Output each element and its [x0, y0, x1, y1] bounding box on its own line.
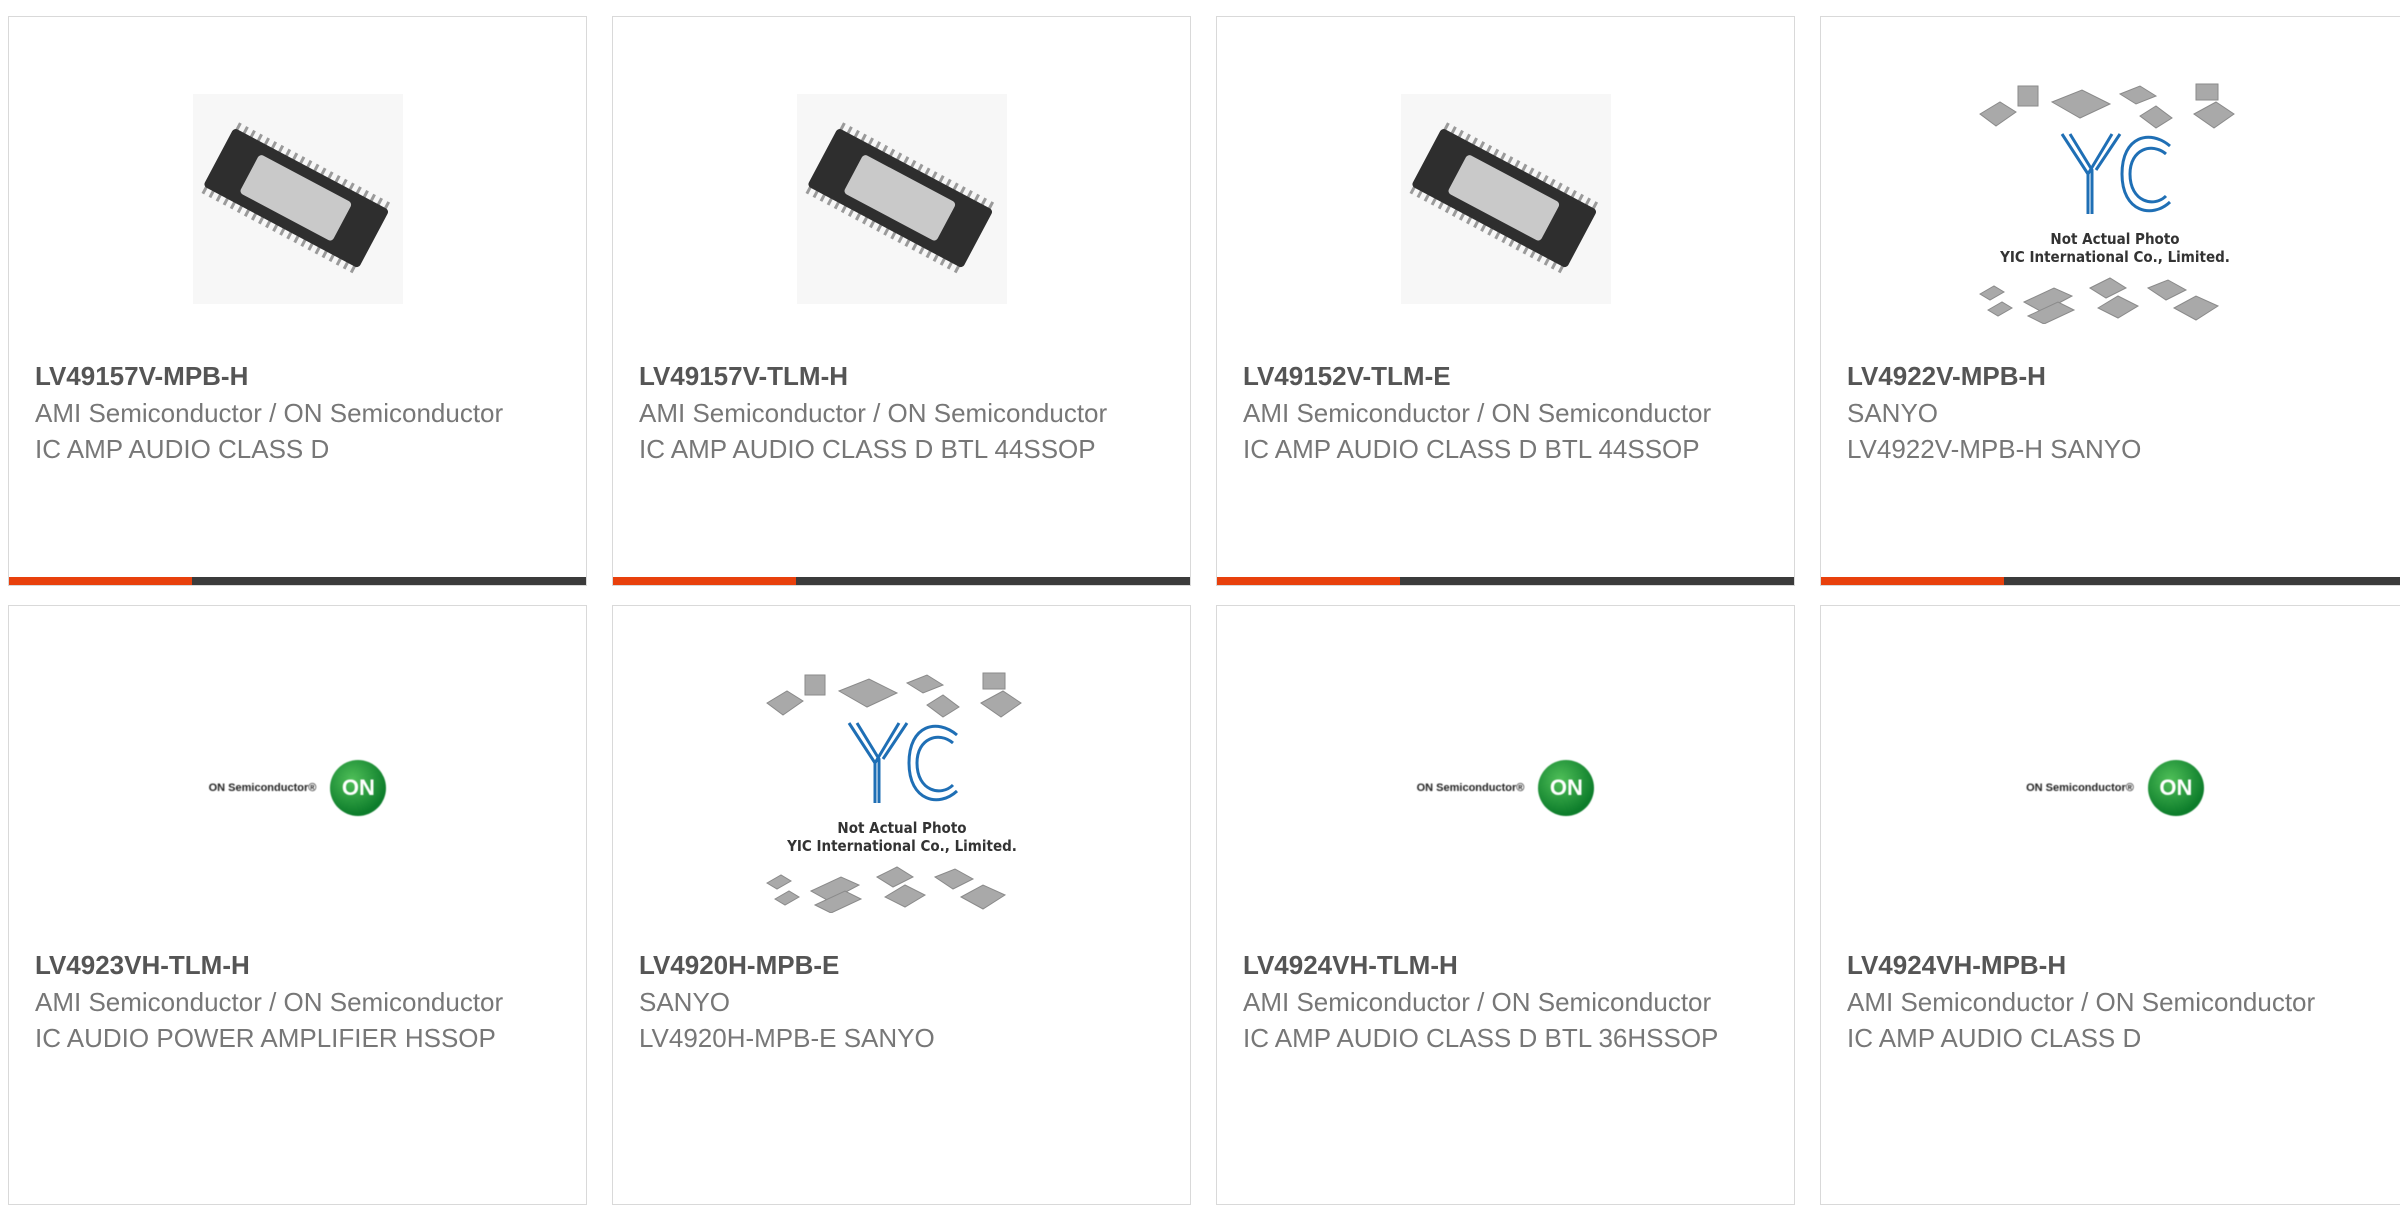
yic-caption-line-1: Not Actual Photo — [837, 819, 966, 837]
on-logo-text: ON Semiconductor® — [1416, 782, 1525, 794]
on-semiconductor-logo: ON Semiconductor® ON — [209, 760, 387, 816]
product-image[interactable]: Not Actual Photo YIC International Co., … — [613, 668, 1190, 913]
yic-caption-line-1: Not Actual Photo — [2050, 230, 2179, 248]
card-accent-bar — [1821, 577, 2004, 585]
product-info: LV4923VH-TLM-H AMI Semiconductor / ON Sem… — [35, 946, 560, 1056]
manufacturer: AMI Semiconductor / ON Semiconductor — [1243, 398, 1712, 428]
description: IC AMP AUDIO CLASS D BTL 44SSOP — [1243, 434, 1700, 464]
manufacturer: AMI Semiconductor / ON Semiconductor — [35, 398, 504, 428]
yic-caption-line-2: YIC International Co., Limited. — [786, 837, 1017, 855]
description: IC AUDIO POWER AMPLIFIER HSSOP — [35, 1023, 496, 1053]
part-number-link[interactable]: LV4924VH-TLM-H — [1243, 946, 1768, 984]
manufacturer: SANYO — [1847, 398, 1939, 428]
product-card[interactable]: LV49157V-TLM-H AMI Semiconductor / ON Sem… — [612, 16, 1191, 586]
card-accent-bar — [613, 577, 796, 585]
yic-placeholder-image: Not Actual Photo YIC International Co., … — [1979, 83, 2235, 324]
product-grid: LV49157V-MPB-H AMI Semiconductor / ON Sem… — [0, 0, 2400, 1205]
product-card[interactable]: Not Actual Photo YIC International Co., … — [612, 605, 1191, 1205]
manufacturer: AMI Semiconductor / ON Semiconductor — [1243, 987, 1712, 1017]
description: IC AMP AUDIO CLASS D BTL 36HSSOP — [1243, 1023, 1719, 1053]
chip-photo — [796, 94, 1007, 304]
on-logo-text: ON Semiconductor® — [2026, 782, 2134, 794]
part-number-link[interactable]: LV49157V-MPB-H — [35, 357, 560, 395]
part-number-link[interactable]: LV4924VH-MPB-H — [1847, 946, 2383, 984]
card-accent-bar — [9, 577, 192, 585]
product-card[interactable]: Not Actual Photo YIC International Co., … — [1820, 16, 2400, 586]
product-image[interactable] — [9, 79, 586, 319]
manufacturer: AMI Semiconductor / ON Semiconductor — [35, 987, 504, 1017]
on-logo-text: ON Semiconductor® — [208, 782, 317, 794]
description: IC AMP AUDIO CLASS D — [1847, 1023, 2142, 1053]
card-accent-bar — [1217, 577, 1400, 585]
product-image[interactable]: ON Semiconductor® ON — [1821, 668, 2400, 908]
manufacturer: AMI Semiconductor / ON Semiconductor — [639, 398, 1108, 428]
card-bottom-bar — [1217, 577, 1794, 585]
manufacturer: SANYO — [639, 987, 731, 1017]
description: IC AMP AUDIO CLASS D BTL 44SSOP — [639, 434, 1096, 464]
chip-photo — [1400, 94, 1611, 304]
description: IC AMP AUDIO CLASS D — [35, 434, 330, 464]
manufacturer: AMI Semiconductor / ON Semiconductor — [1847, 987, 2316, 1017]
part-number-link[interactable]: LV4922V-MPB-H — [1847, 357, 2383, 395]
product-card[interactable]: ON Semiconductor® ON LV4924VH-TLM-H AMI S… — [1216, 605, 1795, 1205]
product-info: LV49157V-MPB-H AMI Semiconductor / ON Sem… — [35, 357, 560, 467]
product-info: LV4920H-MPB-E SANYO LV4920H-MPB-E SANYO — [639, 946, 1164, 1056]
product-info: LV4924VH-TLM-H AMI Semiconductor / ON Sem… — [1243, 946, 1768, 1056]
product-info: LV4924VH-MPB-H AMI Semiconductor / ON Sem… — [1847, 946, 2383, 1056]
on-badge-icon: ON — [1538, 760, 1595, 816]
part-number-link[interactable]: LV4920H-MPB-E — [639, 946, 1164, 984]
product-card[interactable]: LV49152V-TLM-E AMI Semiconductor / ON Sem… — [1216, 16, 1795, 586]
yic-placeholder-image: Not Actual Photo YIC International Co., … — [765, 672, 1022, 913]
on-badge-icon: ON — [330, 760, 387, 816]
on-semiconductor-logo: ON Semiconductor® ON — [1417, 760, 1595, 816]
product-image[interactable] — [1217, 79, 1794, 319]
product-card[interactable]: LV49157V-MPB-H AMI Semiconductor / ON Sem… — [8, 16, 587, 586]
product-image[interactable] — [613, 79, 1190, 319]
part-number-link[interactable]: LV49152V-TLM-E — [1243, 357, 1768, 395]
product-card[interactable]: ON Semiconductor® ON LV4923VH-TLM-H AMI S… — [8, 605, 587, 1205]
product-image[interactable]: ON Semiconductor® ON — [1217, 668, 1794, 908]
card-bottom-bar — [1821, 577, 2400, 585]
chip-photo — [192, 94, 403, 304]
product-card[interactable]: ON Semiconductor® ON LV4924VH-MPB-H AMI S… — [1820, 605, 2400, 1205]
part-number-link[interactable]: LV49157V-TLM-H — [639, 357, 1164, 395]
part-number-link[interactable]: LV4923VH-TLM-H — [35, 946, 560, 984]
description: LV4920H-MPB-E SANYO — [639, 1023, 935, 1053]
product-image[interactable]: Not Actual Photo YIC International Co., … — [1821, 79, 2400, 324]
card-bottom-bar — [613, 577, 1190, 585]
product-info: LV49157V-TLM-H AMI Semiconductor / ON Sem… — [639, 357, 1164, 467]
on-semiconductor-logo: ON Semiconductor® ON — [2026, 760, 2204, 816]
description: LV4922V-MPB-H SANYO — [1847, 434, 2142, 464]
product-info: LV49152V-TLM-E AMI Semiconductor / ON Sem… — [1243, 357, 1768, 467]
product-image[interactable]: ON Semiconductor® ON — [9, 668, 586, 908]
product-info: LV4922V-MPB-H SANYO LV4922V-MPB-H SANYO — [1847, 357, 2383, 467]
card-bottom-bar — [9, 577, 586, 585]
yic-caption-line-2: YIC International Co., Limited. — [1999, 248, 2230, 266]
on-badge-icon: ON — [2147, 760, 2204, 816]
